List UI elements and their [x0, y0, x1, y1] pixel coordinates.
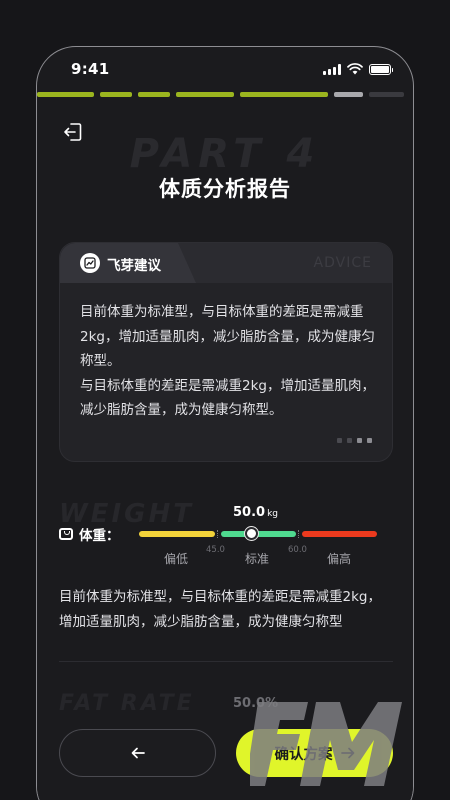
- pager-dot[interactable]: [347, 438, 352, 443]
- status-time: 9:41: [71, 60, 110, 78]
- pager-dots[interactable]: [337, 438, 372, 443]
- signal-icon: [323, 63, 341, 75]
- weight-level-low: 偏低: [164, 552, 189, 566]
- confirm-plan-label: 确认方案: [274, 746, 333, 763]
- pager-dot-active[interactable]: [357, 438, 362, 443]
- arrow-right-icon: [340, 747, 354, 759]
- progress-segment: [100, 92, 132, 97]
- status-bar: 9:41: [37, 47, 413, 91]
- advice-card-header: 飞芽建议 ADVICE: [60, 243, 392, 283]
- fat-rate-value: 50.0%: [233, 696, 279, 711]
- advice-card: 飞芽建议 ADVICE 目前体重为标准型，与目标体重的差距是需减重2kg，增加适…: [59, 242, 393, 462]
- progress-segment: [369, 92, 404, 97]
- progress-bar: [37, 92, 413, 97]
- weight-level-normal: 标准: [245, 552, 270, 566]
- pager-dot-active[interactable]: [367, 438, 372, 443]
- weight-threshold-low: 45.0: [206, 545, 225, 555]
- progress-segment: [37, 92, 94, 97]
- section-divider: [59, 661, 393, 662]
- weight-unit: kg: [267, 509, 279, 519]
- weight-indicator: [245, 527, 258, 540]
- weight-bar-low: [139, 531, 215, 537]
- scale-icon: [59, 528, 73, 540]
- advice-text: 目前体重为标准型，与目标体重的差距是需减重2kg，增加适量肌肉，减少脂肪含量，成…: [80, 304, 375, 418]
- weight-bar-high: [302, 531, 377, 537]
- weight-level-high: 偏高: [327, 552, 352, 566]
- weight-value: 50.0 kg: [233, 505, 278, 520]
- arrow-left-icon: [131, 747, 145, 759]
- weight-bar-separator: [298, 530, 300, 538]
- progress-segment: [176, 92, 234, 97]
- weight-description: 目前体重为标准型，与目标体重的差距是需减重2kg，增加适量肌肉，减少脂肪含量，成…: [59, 589, 381, 630]
- weight-label: 体重：: [59, 524, 120, 544]
- advice-watermark: ADVICE: [313, 255, 372, 271]
- trend-icon: [80, 253, 100, 273]
- battery-icon: [369, 63, 393, 75]
- weight-bar-normal: [221, 531, 296, 537]
- fat-rate-bg-text: FAT RATE: [59, 691, 195, 716]
- confirm-plan-button[interactable]: 确认方案: [236, 729, 393, 777]
- weight-number: 50.0: [233, 505, 266, 520]
- progress-segment: [334, 92, 363, 97]
- weight-bar-separator: [217, 530, 219, 538]
- page-title: 体质分析报告: [159, 177, 291, 201]
- progress-segment: [240, 92, 328, 97]
- section-bg-text: PART 4: [129, 131, 321, 177]
- advice-tab-label: 飞芽建议: [107, 258, 161, 274]
- back-button[interactable]: [59, 729, 216, 777]
- weight-threshold-high: 60.0: [288, 545, 307, 555]
- status-icons: [323, 63, 393, 75]
- wifi-icon: [347, 63, 363, 75]
- progress-segment: [138, 92, 170, 97]
- pager-dot[interactable]: [337, 438, 342, 443]
- phone-frame: 9:41 PART 4 体质分析报告 飞芽建议 ADVICE 目前体重为标准型，…: [36, 46, 414, 800]
- weight-label-text: 体重：: [79, 528, 120, 544]
